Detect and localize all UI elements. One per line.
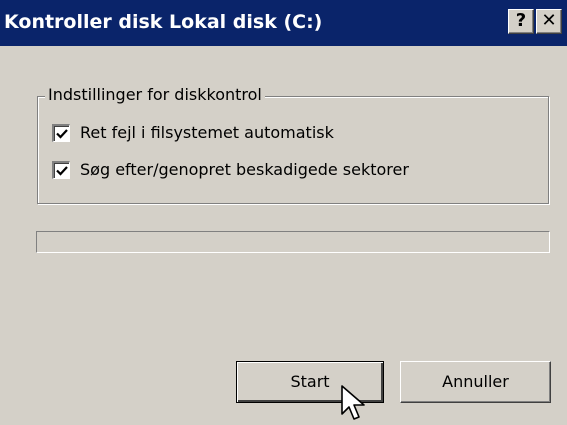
cancel-button[interactable]: Annuller [400, 361, 551, 403]
title-bar[interactable]: Kontroller disk Lokal disk (C:) ? ✕ [0, 0, 567, 46]
mouse-pointer-icon [341, 385, 365, 420]
close-button[interactable]: ✕ [536, 9, 562, 34]
scan-sectors-label: Søg efter/genopret beskadigede sektorer [80, 160, 409, 179]
options-groupbox [37, 96, 549, 204]
scan-sectors-checkbox[interactable] [52, 161, 70, 179]
check-icon [56, 129, 68, 139]
check-icon [56, 166, 68, 176]
fix-errors-checkbox[interactable] [52, 124, 70, 142]
close-icon: ✕ [541, 10, 557, 31]
window-title: Kontroller disk Lokal disk (C:) [4, 11, 323, 33]
progress-bar [36, 231, 550, 253]
help-button[interactable]: ? [508, 9, 534, 34]
help-icon: ? [515, 10, 527, 31]
options-group-label: Indstillinger for diskkontrol [45, 84, 265, 106]
check-disk-dialog: Kontroller disk Lokal disk (C:) ? ✕ Inds… [0, 0, 567, 425]
fix-errors-label: Ret fejl i filsystemet automatisk [80, 123, 334, 142]
